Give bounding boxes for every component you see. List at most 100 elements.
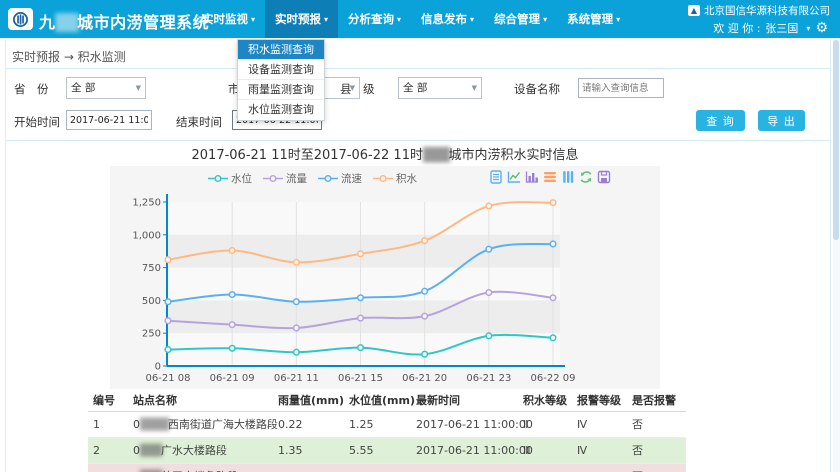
chevron-down-icon: ▾ <box>324 15 328 24</box>
svg-text:750: 750 <box>142 263 161 274</box>
nav-item-0[interactable]: 实时监视▾ <box>192 0 265 38</box>
app-window: 九██城市内涝管理系统 实时监视▾实时预报▾分析查询▾信息发布▾综合管理▾系统管… <box>0 0 840 472</box>
app-logo <box>8 8 33 30</box>
county-select[interactable]: 全 部 ▼ <box>398 77 482 99</box>
cell: Ⅳ <box>577 412 587 438</box>
chevron-down-icon: ▼ <box>472 78 477 98</box>
cell: 2017-06-21 11:00:00 <box>416 412 533 438</box>
chevron-down-icon: ▾ <box>470 15 474 24</box>
svg-text:06-21 11: 06-21 11 <box>274 373 319 384</box>
col-header-4: 最新时间 <box>416 390 460 412</box>
line-chart: 02505007501,0001,25006-21 0806-21 0906-2… <box>110 166 660 389</box>
cell: Ⅰ <box>523 464 526 472</box>
export-button[interactable]: 导 出 <box>758 110 805 131</box>
chart-title: 2017-06-21 11时至2017-06-22 11时███城市内涝积水实时… <box>110 144 660 163</box>
cell: Ⅱ <box>523 412 528 438</box>
nav-item-5[interactable]: 系统管理▾ <box>557 0 630 38</box>
chevron-down-icon: ▾ <box>543 15 547 24</box>
svg-text:06-21 15: 06-21 15 <box>338 373 383 384</box>
cell: 否 <box>632 438 643 464</box>
cell: 否 <box>632 412 643 438</box>
divider <box>6 68 831 69</box>
chevron-down-icon: ▼ <box>136 78 141 98</box>
menu-item-1[interactable]: 设备监测查询 <box>238 60 324 80</box>
nav-item-3[interactable]: 信息发布▾ <box>411 0 484 38</box>
col-header-5: 积水等级 <box>523 390 567 412</box>
chevron-down-icon: ▾ <box>397 15 401 24</box>
col-header-7: 是否报警 <box>632 390 676 412</box>
col-header-3: 水位值(mm) <box>349 390 415 412</box>
cell: 0.22 <box>278 412 303 438</box>
province-select[interactable]: 全 部 ▼ <box>66 77 146 99</box>
end-time-label: 结束时间 <box>176 114 222 130</box>
cell: Ⅲ <box>523 438 531 464</box>
scrollbar-thumb[interactable] <box>833 40 839 240</box>
cell: 1 <box>93 412 100 438</box>
nav-item-1[interactable]: 实时预报▾ <box>265 0 338 38</box>
station-name: 0███美王大楼角路段 <box>133 464 238 472</box>
cell: 2.02 <box>349 464 374 472</box>
svg-text:06-21 20: 06-21 20 <box>402 373 447 384</box>
company-name: 北京国信华源科技有限公司 <box>704 3 830 18</box>
svg-text:0: 0 <box>155 362 161 373</box>
company-line: ▲ 北京国信华源科技有限公司 <box>688 3 830 18</box>
cell: 3 <box>93 464 100 472</box>
cell: Ⅲ <box>577 464 585 472</box>
query-button[interactable]: 查 询 <box>696 110 745 131</box>
user-caret-icon[interactable]: ▾ <box>806 24 810 33</box>
station-table: 编号站点名称雨量值(mm)水位值(mm)最新时间积水等级报警等级是否报警10██… <box>88 390 686 472</box>
username[interactable]: 张三国 <box>765 20 798 36</box>
cell: 1.25 <box>349 412 374 438</box>
cell: 0.59 <box>278 464 303 472</box>
nav-item-2[interactable]: 分析查询▾ <box>338 0 411 38</box>
welcome-line: 欢 迎 你 : 张三国 ▾ ⚙ <box>713 20 828 36</box>
chevron-down-icon: ▾ <box>616 15 620 24</box>
nav-item-4[interactable]: 综合管理▾ <box>484 0 557 38</box>
app-title: 九██城市内涝管理系统 <box>39 9 209 33</box>
table-header-row: 编号站点名称雨量值(mm)水位值(mm)最新时间积水等级报警等级是否报警 <box>88 390 686 412</box>
main-menu: 实时监视▾实时预报▾分析查询▾信息发布▾综合管理▾系统管理▾ <box>192 0 630 38</box>
svg-text:06-22 09: 06-22 09 <box>531 373 576 384</box>
gear-icon[interactable]: ⚙ <box>815 21 828 35</box>
company-logo-icon: ▲ <box>688 5 700 16</box>
province-label: 省 份 <box>14 81 49 97</box>
top-navbar: 九██城市内涝管理系统 实时监视▾实时预报▾分析查询▾信息发布▾综合管理▾系统管… <box>0 0 840 38</box>
cell: 5.55 <box>349 438 374 464</box>
table-row-3[interactable]: 3 0███美王大楼角路段 0.59 2.02 2017-06-21 11:00:00Ⅰ… <box>88 464 686 472</box>
chevron-down-icon: ▾ <box>251 15 255 24</box>
start-time-input[interactable] <box>66 110 152 130</box>
breadcrumb: 实时预报 → 积水监测 <box>12 48 126 65</box>
col-header-1: 站点名称 <box>133 390 177 412</box>
svg-text:06-21 23: 06-21 23 <box>466 373 511 384</box>
county-value: 全 部 <box>403 82 427 94</box>
svg-text:500: 500 <box>142 296 161 307</box>
cell: 否 <box>632 464 643 472</box>
svg-text:06-21 09: 06-21 09 <box>210 373 255 384</box>
cell: 2017-06-21 11:00:00 <box>416 438 533 464</box>
table-row-2[interactable]: 20███广水大楼路段1.355.552017-06-21 11:00:00ⅢⅣ… <box>88 438 686 464</box>
welcome-text: 欢 迎 你 : <box>713 20 760 36</box>
frame-line <box>830 40 831 472</box>
divider <box>6 140 831 141</box>
menu-item-3[interactable]: 水位监测查询 <box>238 100 324 120</box>
station-name: 0███广水大楼路段 <box>133 438 227 464</box>
station-name: 0████西南街道广海大楼路段 <box>133 412 278 438</box>
svg-text:1,000: 1,000 <box>132 230 161 241</box>
device-name-label: 设备名称 <box>514 81 560 97</box>
county-label: 县 级 <box>340 81 375 97</box>
menu-item-2[interactable]: 雨量监测查询 <box>238 80 324 100</box>
device-name-input[interactable] <box>578 78 664 98</box>
menu-item-0[interactable]: 积水监测查询 <box>238 40 324 60</box>
svg-text:06-21 08: 06-21 08 <box>146 373 191 384</box>
frame-line <box>5 40 6 472</box>
cell: Ⅳ <box>577 438 587 464</box>
cell: 2 <box>93 438 100 464</box>
cell: 2017-06-21 11:00:00 <box>416 464 533 472</box>
water-emblem-icon <box>12 11 29 28</box>
forecast-dropdown-menu: 积水监测查询设备监测查询雨量监测查询水位监测查询 <box>237 39 325 121</box>
start-time-label: 开始时间 <box>14 114 60 130</box>
province-value: 全 部 <box>71 82 95 94</box>
col-header-6: 报警等级 <box>577 390 621 412</box>
chart-panel: 水位流量流速积水 02505007501,0001,25006-21 0806-… <box>110 166 660 389</box>
table-row-1[interactable]: 1 0████西南街道广海大楼路段0.22 1.25 2017-06-21 11:00… <box>88 412 686 438</box>
